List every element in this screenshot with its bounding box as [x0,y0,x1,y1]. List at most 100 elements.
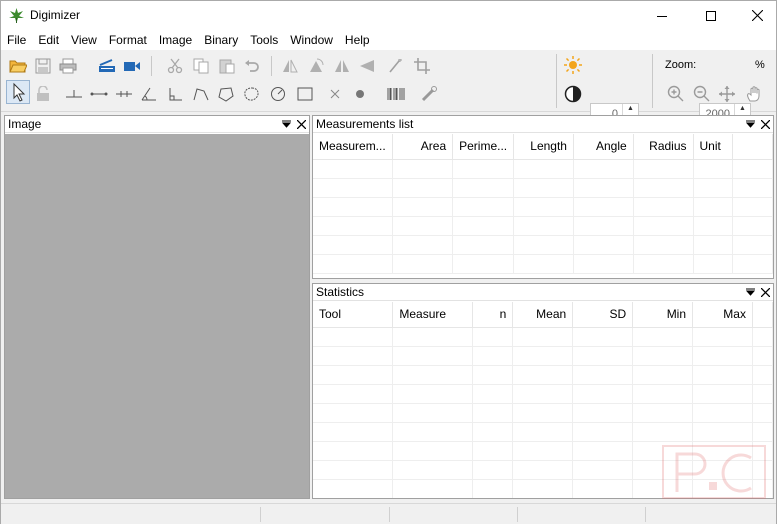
zoom-out-icon[interactable] [692,84,712,104]
measurements-panel-header: Measurements list [313,116,773,133]
menu-binary[interactable]: Binary [198,30,244,50]
angle-icon[interactable] [139,84,159,104]
table-row [313,254,773,274]
menu-edit[interactable]: Edit [32,30,65,50]
toolbar-separator [151,56,152,76]
polyline-icon[interactable] [191,84,211,104]
table-row [313,403,773,423]
dot-marker-icon[interactable] [350,84,370,104]
barcode-icon[interactable] [386,84,406,104]
panel-menu-icon[interactable] [282,120,291,129]
table-row [313,197,773,217]
video-camera-icon[interactable] [122,56,142,76]
measurements-table[interactable]: Measurem... Area Perime... Length Angle … [313,134,773,278]
right-angle-icon[interactable] [165,84,185,104]
paste-icon[interactable] [217,56,237,76]
open-folder-icon[interactable] [8,56,28,76]
status-separator [645,507,646,522]
flip-horizontal-icon[interactable] [280,56,300,76]
table-row [313,327,773,347]
title-bar: Digimizer [1,1,776,30]
multi-segment-line-icon[interactable] [114,84,134,104]
circle-measure-icon[interactable] [268,84,288,104]
column-header-area[interactable]: Area [392,134,454,160]
magic-wand-icon[interactable] [386,56,406,76]
toolbar-separator [556,54,557,108]
lock-icon[interactable] [33,84,53,104]
close-button[interactable] [734,1,777,30]
menu-help[interactable]: Help [339,30,376,50]
toolbar: 5 ▲▼ 0 ▲▼ 0 ▲▼ Zoom: 2000 ▲▼ % [1,50,776,155]
image-canvas[interactable] [5,134,309,498]
hand-icon[interactable] [744,84,764,104]
column-header-n[interactable]: n [472,302,514,328]
polygon-icon[interactable] [216,84,236,104]
column-header-perimeter[interactable]: Perime... [452,134,515,160]
panel-close-icon[interactable] [297,120,306,129]
line-length-icon[interactable] [89,84,109,104]
menu-image[interactable]: Image [153,30,198,50]
column-header-max[interactable]: Max [692,302,753,328]
freehand-area-icon[interactable] [242,84,262,104]
zoom-label: Zoom: [665,59,697,71]
column-header-min[interactable]: Min [632,302,694,328]
table-row [313,178,773,198]
rectangle-measure-icon[interactable] [295,84,315,104]
menu-format[interactable]: Format [103,30,153,50]
pan-move-icon[interactable] [717,84,737,104]
scanner-icon[interactable] [97,56,117,76]
image-panel: Image [4,115,310,499]
column-header-mean[interactable]: Mean [512,302,574,328]
mirror-icon[interactable] [332,56,352,76]
panel-menu-icon[interactable] [746,120,755,129]
table-row [313,235,773,255]
status-separator [517,507,518,522]
column-header-sd[interactable]: SD [572,302,634,328]
close-icon [751,10,763,21]
column-header-unit[interactable]: Unit [693,134,734,160]
column-header-measurement[interactable]: Measurem... [313,134,394,160]
pointer-tool-button[interactable] [6,80,30,104]
save-icon[interactable] [33,56,53,76]
panel-close-icon[interactable] [761,120,770,129]
table-row [313,346,773,366]
statistics-panel: Statistics Tool Measure n Mean SD Min Ma… [312,283,774,499]
crop-icon[interactable] [412,56,432,76]
column-header-angle[interactable]: Angle [573,134,634,160]
menu-window[interactable]: Window [284,30,339,50]
table-row [313,159,773,179]
menu-tools[interactable]: Tools [244,30,284,50]
menu-view[interactable]: View [65,30,103,50]
maximize-icon [706,10,716,21]
table-row [313,216,773,236]
zoom-in-icon[interactable] [666,84,686,104]
panel-close-icon[interactable] [761,288,770,297]
column-header-measure[interactable]: Measure [392,302,474,328]
app-window: Digimizer File Edit View Format Image Bi… [0,0,777,524]
undo-icon[interactable] [242,56,262,76]
pointer-icon [13,82,26,102]
leaf-app-icon [8,7,25,24]
maximize-button[interactable] [688,1,734,30]
cut-icon[interactable] [165,56,185,76]
menu-file[interactable]: File [1,30,32,50]
minimize-icon [657,15,667,17]
measurements-panel: Measurements list Measurem... Area Perim… [312,115,774,279]
column-header-radius[interactable]: Radius [633,134,694,160]
table-row [313,384,773,404]
copy-icon[interactable] [191,56,211,76]
rotate-icon[interactable] [306,56,326,76]
panel-menu-icon[interactable] [746,288,755,297]
delete-x-icon[interactable] [325,84,345,104]
print-icon[interactable] [58,56,78,76]
arrow-left-icon[interactable] [357,56,377,76]
minimize-button[interactable] [639,1,685,30]
status-separator [260,507,261,522]
column-header-tool[interactable]: Tool [313,302,394,328]
image-panel-title: Image [8,117,42,131]
point-marker-icon[interactable] [64,84,84,104]
line-width-icon[interactable] [419,84,439,104]
window-title: Digimizer [30,8,81,22]
column-header-length[interactable]: Length [513,134,574,160]
contrast-icon [563,84,583,104]
